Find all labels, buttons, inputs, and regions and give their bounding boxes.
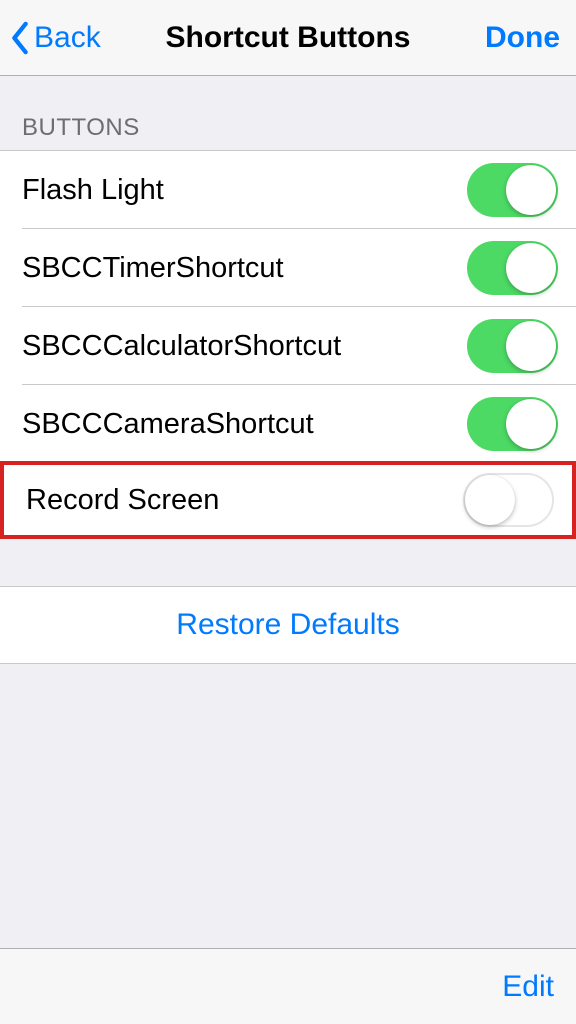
toggle-calculator-shortcut[interactable] [467, 319, 558, 373]
toggle-knob [506, 165, 556, 215]
navigation-bar: Back Shortcut Buttons Done [0, 0, 576, 76]
toggle-timer-shortcut[interactable] [467, 241, 558, 295]
toggle-record-screen[interactable] [463, 473, 554, 527]
buttons-list: Flash Light SBCCTimerShortcut SBCCCalcul… [0, 150, 576, 538]
row-label: SBCCCameraShortcut [22, 408, 314, 441]
bottom-toolbar: Edit [0, 948, 576, 1024]
row-label: Flash Light [22, 174, 164, 207]
chevron-left-icon [10, 21, 30, 55]
page-title: Shortcut Buttons [166, 21, 411, 55]
row-flash-light: Flash Light [0, 151, 576, 229]
row-timer-shortcut: SBCCTimerShortcut [0, 229, 576, 307]
done-button[interactable]: Done [485, 21, 566, 55]
toggle-knob [506, 243, 556, 293]
toggle-flash-light[interactable] [467, 163, 558, 217]
row-camera-shortcut: SBCCCameraShortcut [0, 385, 576, 463]
restore-defaults-label: Restore Defaults [176, 608, 399, 642]
edit-button[interactable]: Edit [502, 970, 554, 1004]
row-calculator-shortcut: SBCCCalculatorShortcut [0, 307, 576, 385]
toggle-camera-shortcut[interactable] [467, 397, 558, 451]
row-record-screen: Record Screen [0, 461, 576, 539]
toggle-knob [465, 475, 515, 525]
section-header-buttons: BUTTONS [0, 76, 576, 150]
back-label: Back [34, 21, 101, 55]
back-button[interactable]: Back [10, 21, 101, 55]
row-label: SBCCCalculatorShortcut [22, 330, 341, 363]
restore-defaults-row[interactable]: Restore Defaults [0, 586, 576, 664]
toggle-knob [506, 399, 556, 449]
row-label: SBCCTimerShortcut [22, 252, 284, 285]
row-label: Record Screen [26, 484, 219, 517]
toggle-knob [506, 321, 556, 371]
